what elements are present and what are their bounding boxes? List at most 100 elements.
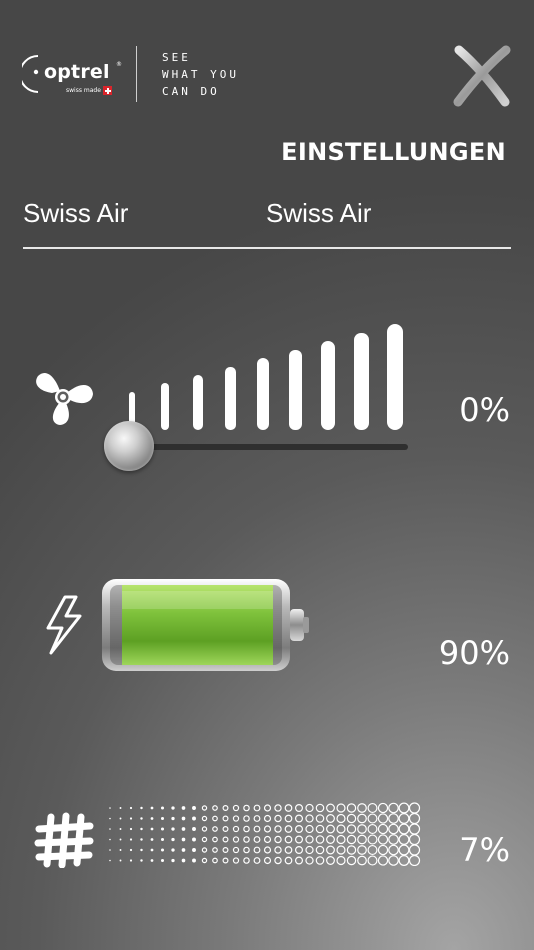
filter-dot — [253, 804, 261, 812]
filter-dot — [192, 858, 196, 863]
filter-dot — [201, 857, 208, 864]
filter-dot — [274, 814, 282, 823]
filter-dot — [160, 837, 165, 842]
filter-dot — [367, 813, 378, 824]
filter-dot — [274, 835, 282, 844]
filter-dot — [119, 838, 122, 841]
filter-dot — [192, 837, 196, 842]
filter-dot — [201, 805, 208, 811]
filter-dot — [305, 814, 314, 823]
filter-dot — [263, 814, 272, 823]
filter-dot — [315, 814, 325, 823]
filter-dot — [357, 824, 367, 834]
fan-slider-handle[interactable] — [104, 421, 154, 471]
filter-dot — [336, 855, 346, 866]
close-button[interactable] — [450, 44, 514, 108]
filter-dot — [326, 845, 335, 855]
filter-dot — [212, 805, 218, 811]
filter-dot — [263, 804, 272, 812]
filter-dot — [263, 846, 272, 854]
filter-dot — [398, 844, 410, 856]
fan-bar-5[interactable] — [257, 358, 269, 430]
profile-label: Swiss Air — [23, 198, 129, 228]
filter-dot — [305, 835, 314, 844]
filter-dot — [243, 815, 250, 822]
filter-dot — [181, 806, 186, 810]
filter-dot — [284, 825, 293, 833]
filter-dot — [377, 855, 389, 866]
filter-dot — [326, 803, 335, 813]
fan-bar-9[interactable] — [387, 324, 403, 430]
tagline-line-3: CAN DO — [162, 85, 220, 98]
logo-wordmark: optrel — [44, 61, 110, 83]
fan-icon — [36, 372, 93, 425]
filter-dot — [253, 846, 261, 854]
profile-selector[interactable]: Swiss Air — [266, 198, 371, 229]
fan-bar-7[interactable] — [321, 341, 335, 430]
filter-dot — [377, 802, 389, 814]
fan-bar-2[interactable] — [161, 383, 169, 430]
filter-dot — [119, 859, 122, 862]
lightning-icon — [46, 595, 82, 655]
filter-dot — [160, 806, 165, 810]
fan-bar-3[interactable] — [193, 375, 203, 430]
filter-dot — [212, 847, 218, 853]
filter-dot — [336, 845, 346, 855]
filter-dot — [150, 817, 154, 820]
filter-dot — [284, 856, 293, 865]
fan-bar-4[interactable] — [225, 367, 236, 430]
filter-dot — [129, 838, 133, 841]
logo-divider — [136, 46, 137, 102]
filter-dot — [305, 856, 314, 865]
filter-dot — [408, 802, 421, 814]
filter-dot — [181, 816, 186, 821]
filter-dot — [109, 859, 111, 862]
filter-grid-icon — [34, 812, 94, 868]
filter-dot — [181, 827, 186, 831]
filter-dot — [284, 814, 293, 823]
filter-dot — [357, 855, 367, 866]
filter-dot — [222, 857, 229, 864]
filter-dot — [274, 846, 282, 854]
filter-dot — [119, 817, 122, 820]
filter-dot — [181, 848, 186, 852]
filter-dot — [408, 812, 421, 825]
filter-dot — [109, 838, 111, 841]
filter-dot — [232, 815, 240, 822]
fan-value: 0% — [459, 391, 510, 429]
filter-dot — [253, 836, 261, 843]
filter-dot — [171, 816, 175, 821]
filter-dot — [160, 827, 165, 831]
filter-dot — [336, 803, 346, 813]
filter-dot — [232, 825, 240, 833]
filter-dot — [284, 846, 293, 854]
filter-dot — [140, 806, 143, 810]
filter-dot — [388, 855, 399, 866]
fan-bar-6[interactable] — [289, 350, 302, 430]
filter-dot — [294, 824, 304, 834]
page-title: EINSTELLUNGEN — [281, 138, 506, 166]
filter-dot-pattern — [109, 802, 421, 866]
filter-dot — [408, 854, 421, 866]
logo-arc-icon — [22, 55, 39, 93]
filter-dot — [315, 856, 325, 865]
filter-dot — [150, 838, 154, 841]
profile-divider — [23, 247, 511, 249]
filter-dot — [408, 823, 421, 835]
logo-registered-mark: ® — [116, 61, 122, 68]
filter-dot — [346, 803, 357, 813]
filter-dot — [367, 844, 378, 856]
filter-dot — [222, 836, 229, 843]
filter-dot — [243, 846, 250, 854]
filter-dot — [140, 817, 143, 820]
filter-dot — [315, 835, 325, 844]
filter-dot — [212, 815, 218, 822]
filter-dot — [253, 857, 261, 864]
filter-dot — [357, 834, 367, 845]
filter-dot — [222, 826, 229, 832]
filter-dot — [388, 813, 399, 824]
filter-dot — [326, 824, 335, 834]
fan-bar-8[interactable] — [354, 333, 369, 430]
filter-dot — [377, 844, 389, 856]
filter-dot — [398, 823, 410, 835]
